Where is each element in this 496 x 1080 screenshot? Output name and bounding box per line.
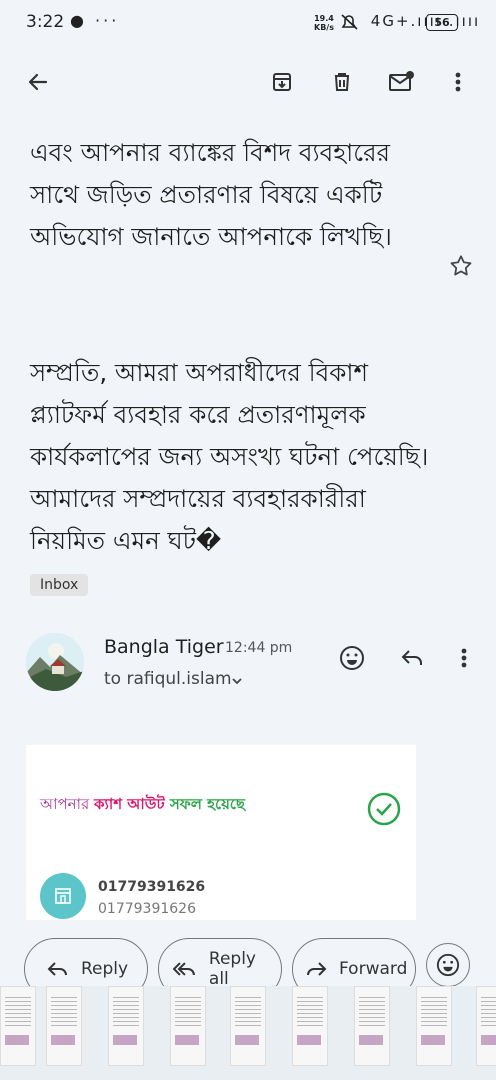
recent-apps-strip <box>0 986 496 1080</box>
recent-app-thumbnail[interactable] <box>46 986 82 1066</box>
sent-time: 12:44 pm <box>225 640 293 656</box>
back-arrow-icon[interactable] <box>20 64 56 100</box>
emoji-icon <box>436 953 460 977</box>
add-reaction-button[interactable] <box>426 943 470 987</box>
avatar-landscape-icon <box>26 633 84 691</box>
email-content: আমাদের সতর্কতা উদ্বেগ প্রকাশ করতে এবং আপ… <box>0 120 496 940</box>
recent-app-thumbnail[interactable] <box>476 986 496 1066</box>
recent-app-thumbnail[interactable] <box>416 986 452 1066</box>
recipient-line[interactable]: to rafiqul.islam <box>104 669 232 689</box>
recent-app-thumbnail[interactable] <box>170 986 206 1066</box>
status-bar: 3:22 ● ··· 19.4 KB/s 4G+.ıııı .ıııı 56 <box>0 0 496 46</box>
email-body-paragraph-2: সম্প্রতি, আমরা অপরাধীদের বিকাশ প্ল্যাটফর… <box>30 358 429 555</box>
check-circle-icon <box>366 791 402 831</box>
mute-icon <box>341 13 358 30</box>
embed-phone-secondary: 01779391626 <box>98 901 196 917</box>
email-toolbar <box>0 46 496 118</box>
embed-phone-primary: 01779391626 <box>98 879 206 895</box>
chevron-down-icon[interactable] <box>230 673 244 692</box>
sender-name: Bangla Tiger <box>104 636 224 658</box>
inbox-label[interactable]: Inbox <box>30 574 89 596</box>
recent-app-thumbnail[interactable] <box>354 986 390 1066</box>
reply-icon <box>47 962 67 976</box>
recent-app-thumbnail[interactable] <box>108 986 144 1066</box>
embedded-message-image: আপনার ক্যাশ আউট সফল হয়েছে 01779391626 0… <box>26 745 416 920</box>
recent-app-thumbnail[interactable] <box>292 986 328 1066</box>
signal-icons: 4G+.ıııı .ıııı <box>340 12 480 31</box>
more-vert-icon[interactable] <box>450 644 478 672</box>
email-body-paragraph-1: আমাদের সতর্কতা উদ্বেগ প্রকাশ করতে এবং আপ… <box>30 120 399 251</box>
embed-title: আপনার ক্যাশ আউট সফল হয়েছে <box>40 795 246 813</box>
notification-icons: ● ··· <box>70 11 120 30</box>
forward-icon <box>307 962 327 976</box>
add-reaction-icon[interactable] <box>338 644 366 672</box>
recent-app-thumbnail[interactable] <box>230 986 266 1066</box>
status-time: 3:22 <box>26 12 65 32</box>
battery-indicator: 56 <box>426 14 458 31</box>
reply-icon[interactable] <box>398 644 426 672</box>
reply-all-icon <box>173 962 195 976</box>
more-vert-icon[interactable] <box>440 64 476 100</box>
network-speed: 19.4 KB/s <box>314 14 334 32</box>
archive-icon[interactable] <box>264 64 300 100</box>
store-icon <box>40 873 86 919</box>
mark-unread-icon[interactable] <box>384 64 420 100</box>
star-icon[interactable] <box>448 253 474 283</box>
avatar[interactable] <box>26 633 84 691</box>
delete-icon[interactable] <box>324 64 360 100</box>
recent-app-thumbnail[interactable] <box>0 986 36 1066</box>
